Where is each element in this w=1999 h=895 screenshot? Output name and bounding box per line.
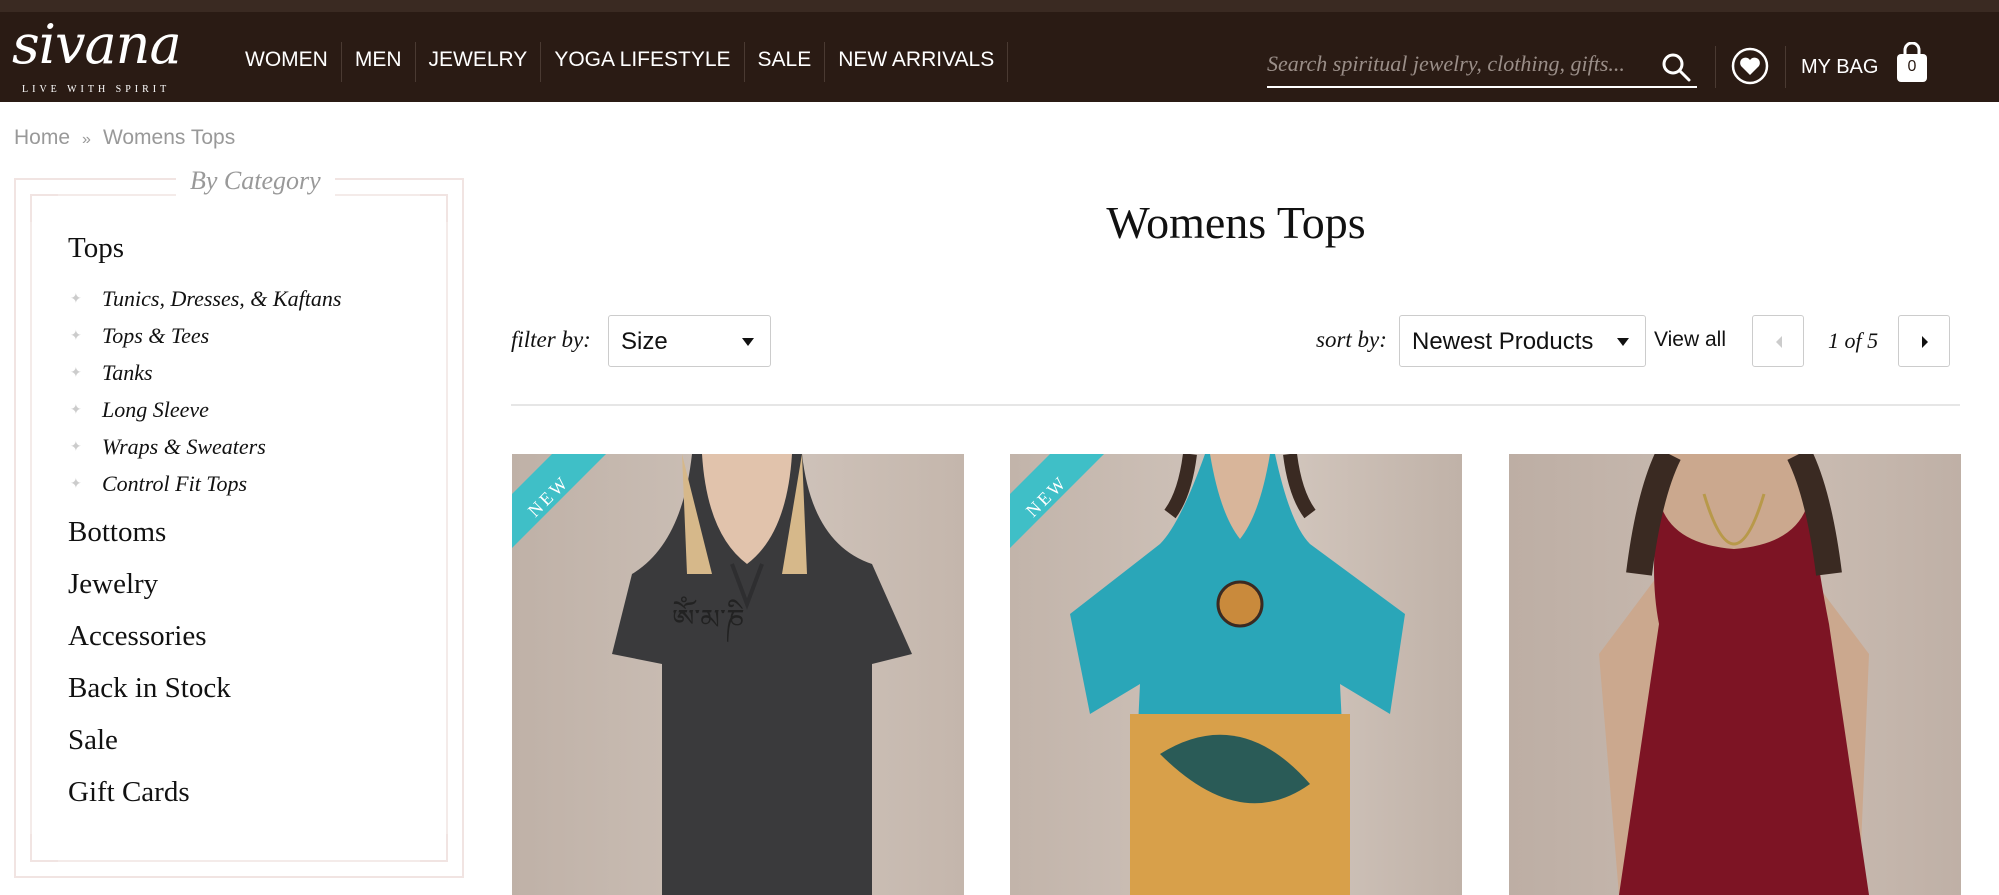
search-bar [1267, 46, 1697, 88]
sort-value: Newest Products [1412, 328, 1594, 355]
sidebar-title: By Category [176, 166, 335, 196]
frame-corner [420, 834, 448, 862]
search-input[interactable] [1267, 46, 1647, 82]
logo-tagline: LIVE WITH SPIRIT [22, 84, 171, 95]
bullet-icon: ✦ [70, 290, 82, 306]
breadcrumb-home[interactable]: Home [14, 126, 70, 149]
frame-corner [420, 194, 448, 222]
subcategory-tanks[interactable]: Tanks [102, 360, 153, 386]
nav-yoga-lifestyle[interactable]: YOGA LIFESTYLE [541, 42, 745, 82]
logo-wordmark: sivana [12, 13, 182, 76]
bag-count: 0 [1907, 58, 1917, 75]
divider [511, 404, 1960, 406]
chevron-down-icon [742, 338, 754, 346]
product-card[interactable] [1509, 454, 1961, 895]
heart-icon[interactable] [1731, 47, 1769, 85]
category-sidebar: By Category Tops ✦ Tunics, Dresses, & Ka… [14, 166, 464, 878]
bullet-icon: ✦ [70, 364, 82, 380]
main-nav: WOMEN MEN JEWELRY YOGA LIFESTYLE SALE NE… [232, 42, 1009, 82]
product-card[interactable]: NEW [1010, 454, 1462, 895]
header-divider [1785, 46, 1786, 88]
bullet-icon: ✦ [70, 401, 82, 417]
new-badge: NEW [512, 454, 606, 548]
nav-jewelry[interactable]: JEWELRY [416, 42, 542, 82]
nav-sale[interactable]: SALE [745, 42, 826, 82]
search-icon[interactable] [1661, 52, 1691, 87]
svg-text:ཨོཾ་མ་ཎི: ཨོཾ་མ་ཎི [672, 596, 745, 643]
category-bottoms[interactable]: Bottoms [68, 516, 166, 549]
page-indicator: 1 of 5 [1828, 328, 1879, 353]
subcategory-wraps-sweaters[interactable]: Wraps & Sweaters [102, 434, 266, 460]
bullet-icon: ✦ [70, 438, 82, 454]
new-badge: NEW [1010, 454, 1104, 548]
sort-select[interactable]: Newest Products [1399, 315, 1646, 367]
nav-new-arrivals[interactable]: NEW ARRIVALS [825, 42, 1009, 82]
filter-label: filter by: [511, 327, 591, 352]
category-sale[interactable]: Sale [68, 724, 118, 757]
breadcrumb-separator: » [82, 131, 91, 148]
category-accessories[interactable]: Accessories [68, 620, 207, 653]
size-filter-select[interactable]: Size [608, 315, 771, 367]
logo[interactable]: sivana LIVE WITH SPIRIT [12, 13, 192, 96]
top-strip [0, 0, 1999, 12]
category-tops[interactable]: Tops [68, 232, 124, 265]
frame-corner [30, 834, 58, 862]
bullet-icon: ✦ [70, 475, 82, 491]
sort-label: sort by: [1316, 327, 1387, 352]
product-image [1599, 454, 1869, 895]
size-filter-value: Size [621, 328, 668, 355]
subcategory-long-sleeve[interactable]: Long Sleeve [102, 397, 209, 423]
shopping-bag-icon[interactable]: 0 [1895, 41, 1929, 84]
prev-page-button[interactable] [1752, 315, 1804, 367]
category-jewelry[interactable]: Jewelry [68, 568, 158, 601]
next-page-button[interactable] [1898, 315, 1950, 367]
view-all-link[interactable]: View all [1654, 328, 1726, 352]
breadcrumb: Home » Womens Tops [14, 126, 235, 150]
subcategory-tunics[interactable]: Tunics, Dresses, & Kaftans [102, 286, 341, 312]
frame-corner [30, 194, 58, 222]
chevron-down-icon [1617, 338, 1629, 346]
site-header: sivana LIVE WITH SPIRIT WOMEN MEN JEWELR… [0, 12, 1999, 102]
bullet-icon: ✦ [70, 327, 82, 343]
category-gift-cards[interactable]: Gift Cards [68, 776, 190, 809]
my-bag-link[interactable]: MY BAG [1801, 56, 1878, 79]
subcategory-tops-tees[interactable]: Tops & Tees [102, 323, 209, 349]
subcategory-control-fit[interactable]: Control Fit Tops [102, 471, 247, 497]
category-back-in-stock[interactable]: Back in Stock [68, 672, 231, 705]
page-title: Womens Tops [1106, 197, 1366, 248]
nav-men[interactable]: MEN [342, 42, 416, 82]
product-card[interactable]: ཨོཾ་མ་ཎི NEW [512, 454, 964, 895]
nav-women[interactable]: WOMEN [232, 42, 342, 82]
breadcrumb-current: Womens Tops [102, 126, 236, 149]
header-divider [1715, 46, 1716, 88]
